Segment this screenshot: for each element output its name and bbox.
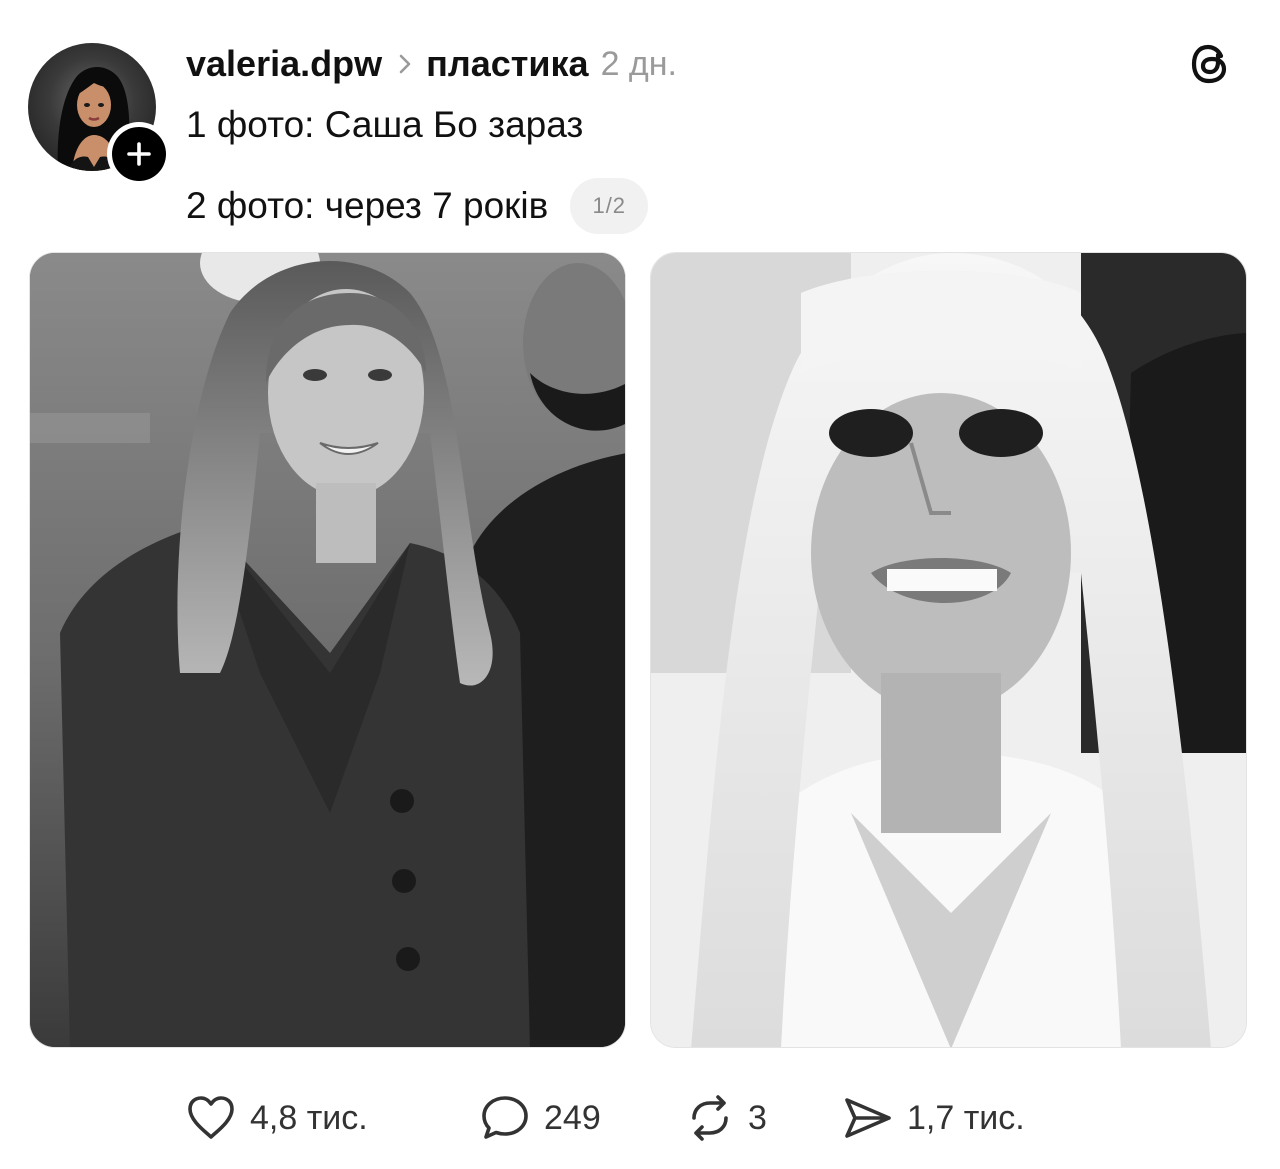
repost-count: 3 (748, 1098, 767, 1137)
share-count: 1,7 тис. (907, 1098, 1025, 1137)
reply-button[interactable]: 249 (480, 1088, 601, 1148)
chevron-right-icon (398, 53, 412, 75)
plus-icon (127, 142, 151, 166)
heart-icon (188, 1096, 234, 1139)
post-timestamp: 2 дн. (600, 44, 677, 83)
like-count: 4,8 тис. (250, 1098, 368, 1137)
photo-1-image (30, 253, 625, 1047)
like-button[interactable]: 4,8 тис. (186, 1088, 368, 1148)
post-caption-line-2: 2 фото: через 7 років 1/2 (186, 178, 649, 234)
follow-button[interactable] (107, 122, 171, 186)
speech-bubble-icon (482, 1096, 528, 1139)
repost-button[interactable]: 3 (686, 1088, 767, 1148)
media-counter-badge: 1/2 (570, 178, 649, 234)
topic-tag[interactable]: пластика (426, 43, 588, 85)
post-caption-line-2-text: 2 фото: через 7 років (186, 185, 549, 226)
paper-plane-icon (845, 1098, 891, 1138)
post-photo-1[interactable] (29, 252, 626, 1048)
threads-logo-icon[interactable] (1188, 41, 1234, 87)
repost-icon (692, 1095, 728, 1141)
photo-2-image (651, 253, 1246, 1047)
post-photo-2[interactable] (650, 252, 1247, 1048)
post-caption-line-1: 1 фото: Саша Бо зараз (186, 104, 584, 145)
reply-count: 249 (544, 1098, 601, 1137)
share-button[interactable]: 1,7 тис. (843, 1088, 1025, 1148)
post-header: valeria.dpw пластика 2 дн. (186, 38, 677, 90)
author-username[interactable]: valeria.dpw (186, 43, 382, 85)
post-actions-bar: 4,8 тис. 249 3 1,7 тис. (0, 1088, 1280, 1148)
